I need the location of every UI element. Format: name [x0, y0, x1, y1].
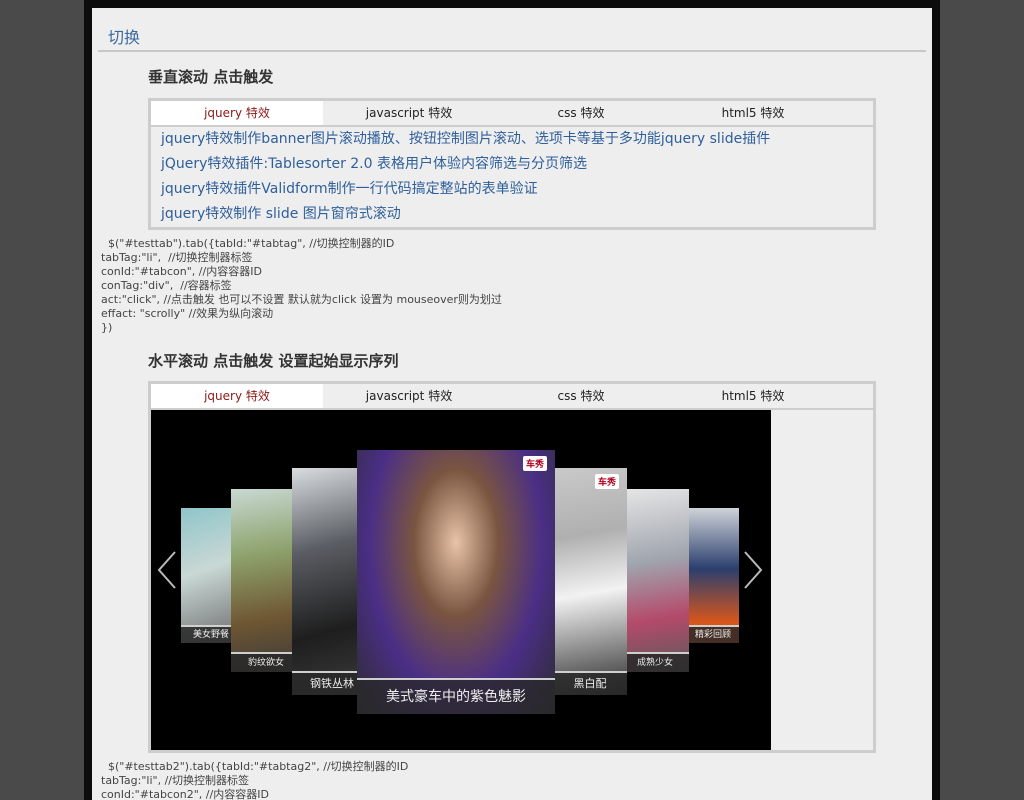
carousel-slide[interactable]: 车秀 黑白配 — [553, 468, 627, 695]
slide-caption: 美式豪车中的紫色魅影 — [357, 678, 555, 714]
tab-html5[interactable]: html5 特效 — [667, 384, 839, 408]
section1-tabbar: jquery 特效 javascript 特效 css 特效 html5 特效 — [151, 101, 873, 127]
chevron-right-icon[interactable] — [741, 550, 765, 590]
slide-logo: 车秀 — [594, 474, 619, 489]
list-item-link[interactable]: jquery特效插件Validform制作一行代码搞定整站的表单验证 — [151, 177, 873, 202]
section2-code-sample: $("#testtab2").tab({tabId:"#tabtag2", //… — [101, 760, 409, 800]
section1-link-list: jquery特效制作banner图片滚动播放、按钮控制图片滚动、选项卡等基于多功… — [151, 127, 873, 227]
section1-code-sample: $("#testtab").tab({tabId:"#tabtag", //切换… — [101, 237, 502, 334]
tab-jquery[interactable]: jquery 特效 — [151, 384, 323, 408]
carousel-slide[interactable]: 成熟少女 — [621, 489, 689, 672]
section1-tab-box: jquery 特效 javascript 特效 css 特效 html5 特效 … — [148, 98, 876, 230]
slide-caption: 黑白配 — [553, 671, 627, 695]
list-item-link[interactable]: jQuery特效插件:Tablesorter 2.0 表格用户体验内容筛选与分页… — [151, 152, 873, 177]
slide-caption: 精彩回顾 — [687, 625, 739, 643]
tab-css[interactable]: css 特效 — [495, 101, 667, 125]
carousel-slide[interactable]: 精彩回顾 — [687, 508, 739, 643]
tab-javascript[interactable]: javascript 特效 — [323, 384, 495, 408]
tab-css[interactable]: css 特效 — [495, 384, 667, 408]
tab-html5[interactable]: html5 特效 — [667, 101, 839, 125]
section1-heading: 垂直滚动 点击触发 — [148, 68, 274, 86]
tab-jquery[interactable]: jquery 特效 — [151, 101, 323, 125]
carousel-slide[interactable]: 豹纹欲女 — [231, 489, 301, 672]
list-item-link[interactable]: jquery特效制作banner图片滚动播放、按钮控制图片滚动、选项卡等基于多功… — [151, 127, 873, 152]
carousel-slide-active[interactable]: 车秀 美式豪车中的紫色魅影 — [357, 450, 555, 714]
section2-tabbar: jquery 特效 javascript 特效 css 特效 html5 特效 — [151, 384, 873, 410]
section2-tab-box: jquery 特效 javascript 特效 css 特效 html5 特效 … — [148, 381, 876, 753]
slide-logo: 车秀 — [522, 456, 547, 471]
list-item-link[interactable]: jquery特效制作 slide 图片窗帘式滚动 — [151, 202, 873, 227]
content-page: 切换 垂直滚动 点击触发 jquery 特效 javascript 特效 css… — [92, 8, 932, 800]
tab-javascript[interactable]: javascript 特效 — [323, 101, 495, 125]
section2-heading: 水平滚动 点击触发 设置起始显示序列 — [148, 352, 399, 370]
slide-caption: 豹纹欲女 — [231, 652, 301, 672]
image-carousel: 美女野餐 精彩回顾 豹纹欲女 成熟少女 钢铁丛林 车秀 黑白配 车秀 美式豪车中… — [151, 410, 771, 750]
slide-caption: 成熟少女 — [621, 652, 689, 672]
page-title: 切换 — [108, 28, 141, 47]
title-divider — [98, 50, 926, 52]
chevron-left-icon[interactable] — [155, 550, 179, 590]
